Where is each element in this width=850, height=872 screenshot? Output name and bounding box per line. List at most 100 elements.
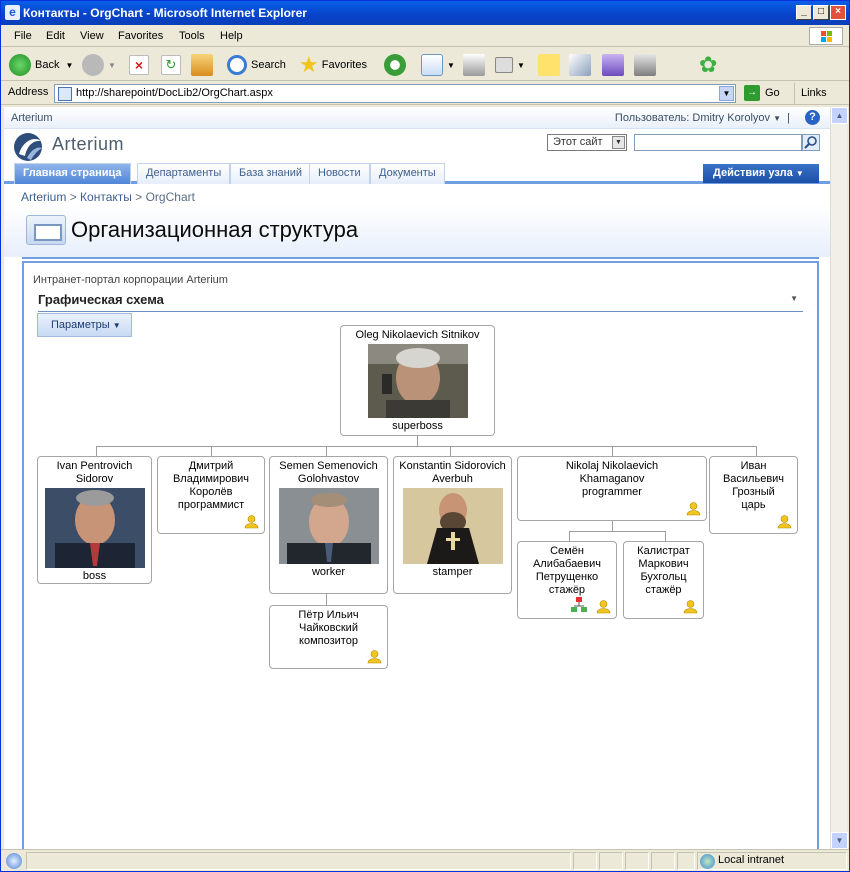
- address-label: Address: [8, 86, 49, 98]
- history-icon: [384, 54, 406, 76]
- back-button[interactable]: Back ▼: [9, 52, 73, 78]
- tab-knowledge-base[interactable]: База знаний: [230, 163, 312, 184]
- org-node-2[interactable]: Дмитрий Владимирович Королёв программист: [157, 456, 265, 534]
- back-dropdown-icon: ▼: [65, 60, 74, 70]
- history-button[interactable]: [384, 52, 410, 78]
- breadcrumb: Arterium > Контакты > OrgChart: [21, 190, 195, 204]
- tab-home[interactable]: Главная страница: [14, 163, 131, 184]
- node-name: Дмитрий Владимирович Королёв: [172, 460, 250, 498]
- print-button[interactable]: [463, 52, 489, 78]
- home-icon: [191, 54, 213, 76]
- minimize-button[interactable]: _: [796, 5, 812, 20]
- menu-file[interactable]: File: [14, 30, 32, 42]
- org-node-6[interactable]: Иван Васильевич Грозный царь: [709, 456, 798, 534]
- menu-help[interactable]: Help: [220, 30, 243, 42]
- forward-button[interactable]: ▼: [82, 52, 116, 78]
- address-input[interactable]: http://sharepoint/DocLib2/OrgChart.aspx …: [54, 84, 736, 103]
- globe-icon: [700, 854, 715, 869]
- mail-button[interactable]: ▼: [421, 52, 455, 78]
- tab-departments[interactable]: Департаменты: [137, 163, 231, 184]
- go-button[interactable]: → Go: [744, 85, 780, 101]
- connector: [96, 446, 756, 447]
- hierarchy-icon: [571, 597, 587, 612]
- page-title-icon: [26, 215, 66, 245]
- connector: [756, 446, 757, 456]
- tab-news[interactable]: Новости: [309, 163, 370, 184]
- icq-button[interactable]: ✿: [699, 52, 717, 78]
- org-node-4[interactable]: Konstantin Sidorovich Averbuh stamper: [393, 456, 512, 594]
- person-icon: [244, 515, 259, 529]
- media-button[interactable]: ▼: [495, 52, 525, 78]
- favorites-button[interactable]: ★ Favorites: [299, 52, 367, 78]
- breadcrumb-contacts[interactable]: Контакты: [80, 190, 132, 204]
- ie-status-icon: [6, 853, 22, 869]
- edit-icon: [569, 54, 591, 76]
- help-icon[interactable]: ?: [805, 110, 820, 125]
- research-button[interactable]: [634, 52, 660, 78]
- status-bar: Local intranet: [1, 849, 849, 871]
- tab-documents[interactable]: Документы: [370, 163, 445, 184]
- maximize-button[interactable]: □: [813, 5, 829, 20]
- scroll-down-icon[interactable]: ▼: [831, 832, 848, 849]
- connector: [569, 531, 665, 532]
- home-button[interactable]: [191, 52, 217, 78]
- menu-edit[interactable]: Edit: [46, 30, 65, 42]
- menu-view[interactable]: View: [80, 30, 104, 42]
- edit-button[interactable]: [569, 52, 595, 78]
- media-icon: [495, 57, 513, 73]
- menu-bar: File Edit View Favorites Tools Help: [1, 25, 849, 47]
- search-scope-select[interactable]: Этот сайт ▼: [547, 134, 627, 151]
- org-node-5b[interactable]: Калистрат Маркович Бухгольц стажёр: [623, 541, 704, 619]
- connector: [665, 531, 666, 541]
- note-button[interactable]: [538, 52, 564, 78]
- person-photo: [44, 488, 145, 568]
- go-arrow-icon: →: [744, 85, 760, 101]
- menu-tools[interactable]: Tools: [179, 30, 205, 42]
- org-node-1[interactable]: Ivan Pentrovich Sidorov boss: [37, 456, 152, 584]
- org-node-3[interactable]: Semen Semenovich Golohvastov worker: [269, 456, 388, 594]
- messenger-icon: [602, 54, 624, 76]
- search-input[interactable]: [634, 134, 802, 151]
- node-role: царь: [741, 499, 766, 511]
- messenger-button[interactable]: [602, 52, 628, 78]
- title-divider: [22, 257, 819, 259]
- menu-favorites[interactable]: Favorites: [118, 30, 163, 42]
- person-photo: [278, 488, 379, 564]
- page-icon: [58, 87, 72, 101]
- page-content: Arterium Пользователь: Dmitry Korolyov ▼…: [4, 107, 830, 849]
- node-name: Konstantin Sidorovich Averbuh: [399, 460, 506, 485]
- person-photo: [367, 344, 468, 418]
- node-role: programmer: [582, 486, 642, 498]
- links-button[interactable]: Links: [794, 83, 827, 104]
- scroll-up-icon[interactable]: ▲: [831, 107, 848, 124]
- vertical-scrollbar[interactable]: ▲ ▼: [830, 107, 848, 849]
- address-dropdown-icon[interactable]: ▼: [719, 86, 734, 101]
- stop-button[interactable]: ×: [129, 52, 153, 78]
- parameters-button[interactable]: Параметры ▼: [37, 313, 132, 337]
- toolbar: Back ▼ ▼ × ↻ Search ★ Favorites ▼ ▼ ✿: [1, 48, 849, 81]
- user-menu[interactable]: Пользователь: Dmitry Korolyov ▼ |: [615, 112, 790, 124]
- connector: [326, 446, 327, 456]
- security-zone: Local intranet: [697, 852, 847, 870]
- search-button[interactable]: Search: [227, 52, 286, 78]
- site-name-link[interactable]: Arterium: [11, 112, 53, 124]
- search-go-button[interactable]: [802, 134, 820, 151]
- org-node-5[interactable]: Nikolaj Nikolaevich Khamaganov programme…: [517, 456, 707, 521]
- site-actions-button[interactable]: Действия узла ▼: [703, 164, 819, 183]
- address-bar: Address http://sharepoint/DocLib2/OrgCha…: [1, 82, 849, 105]
- org-node-5a[interactable]: Семён Алибабаевич Петрущенко стажёр: [517, 541, 617, 619]
- breadcrumb-arterium[interactable]: Arterium: [21, 190, 66, 204]
- close-button[interactable]: ×: [830, 5, 846, 20]
- view-dropdown-icon[interactable]: ▼: [790, 294, 798, 303]
- node-name: Семён Алибабаевич Петрущенко: [532, 545, 602, 583]
- sharepoint-top-bar: Arterium Пользователь: Dmitry Korolyov ▼…: [4, 107, 830, 129]
- scope-dropdown-icon: ▼: [612, 136, 625, 149]
- node-role: stamper: [432, 566, 473, 578]
- node-name: Nikolaj Nikolaevich Khamaganov: [565, 460, 659, 485]
- person-icon: [596, 600, 611, 614]
- org-node-root[interactable]: Oleg Nikolaevich Sitnikov superboss: [340, 325, 495, 436]
- view-header[interactable]: Графическая схема ▼: [38, 292, 803, 312]
- org-node-3-child[interactable]: Пётр Ильич Чайковский композитор: [269, 605, 388, 669]
- web-title: Интранет-портал корпорации Arterium: [33, 274, 228, 286]
- refresh-button[interactable]: ↻: [161, 52, 185, 78]
